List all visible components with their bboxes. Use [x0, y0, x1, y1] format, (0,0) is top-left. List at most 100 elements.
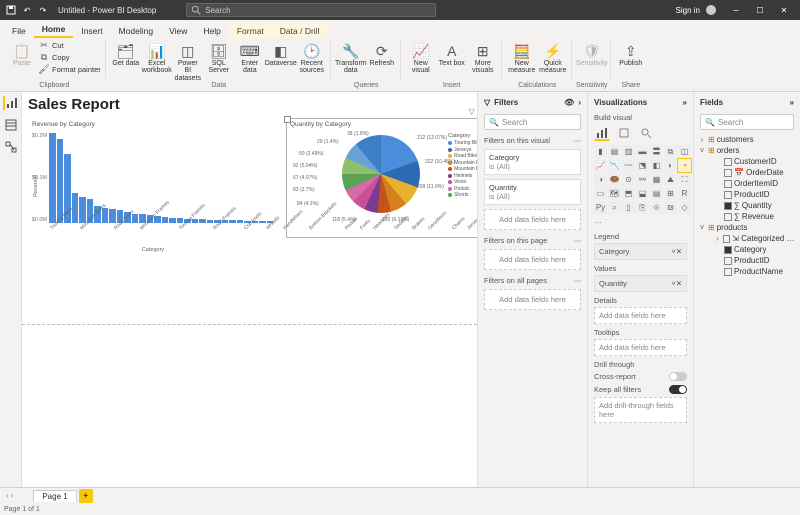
sensitivity-button[interactable]: 🛡Sensitivity — [578, 40, 606, 67]
close-button[interactable]: ✕ — [772, 0, 796, 20]
text-box-button[interactable]: AText box — [438, 40, 466, 67]
viz-type-14[interactable]: ◑ — [594, 173, 607, 186]
viz-type-22[interactable]: 🗺 — [608, 187, 621, 200]
pie-chart-visual[interactable]: ▽⤢⋯ Quantity by Category 212 (12.07%) 22… — [286, 118, 478, 238]
viz-type-3[interactable]: ▬ — [636, 145, 649, 158]
bar-chart-visual[interactable]: Revenue by Category Revenue $0.2M$0.1M$0… — [28, 118, 278, 248]
field-CustomerID[interactable]: CustomerID — [698, 156, 796, 167]
viz-type-10[interactable]: ⬔ — [636, 159, 649, 172]
bar[interactable] — [49, 133, 56, 223]
prev-page-icon[interactable]: ‹ — [6, 491, 9, 500]
viz-type-32[interactable]: ⟐ — [650, 201, 663, 214]
viz-type-19[interactable]: ⛰ — [664, 173, 677, 186]
collapse-icon[interactable]: » — [790, 98, 794, 107]
viz-type-21[interactable]: ▭ — [594, 187, 607, 200]
tab-file[interactable]: File — [4, 24, 34, 38]
filter-drop-all[interactable]: Add data fields here — [484, 289, 581, 310]
viz-type-0[interactable]: ▮ — [594, 145, 607, 158]
bar[interactable] — [57, 139, 64, 223]
tooltips-field-well[interactable]: Add data fields here — [594, 339, 687, 356]
filter-drop-visual[interactable]: Add data fields here — [484, 209, 581, 230]
model-view-icon[interactable] — [3, 140, 19, 154]
field-OrderDate[interactable]: 📅 OrderDate — [698, 167, 796, 178]
cut-button[interactable]: ✂Cut — [39, 40, 101, 52]
gallery-more-icon[interactable]: ⋯ — [588, 216, 693, 229]
viz-type-13[interactable]: ◔ — [678, 159, 691, 172]
viz-type-8[interactable]: 📉 — [608, 159, 621, 172]
viz-type-6[interactable]: ◫ — [678, 145, 691, 158]
viz-type-34[interactable]: ◇ — [678, 201, 691, 214]
viz-type-1[interactable]: ▤ — [608, 145, 621, 158]
field-Quantity[interactable]: ∑ Quantity — [698, 200, 796, 211]
data-view-icon[interactable] — [3, 118, 19, 132]
viz-type-5[interactable]: ⧉ — [664, 145, 677, 158]
tab-help[interactable]: Help — [195, 24, 228, 38]
format-tab-icon[interactable] — [616, 125, 632, 141]
more-icon[interactable]: ⋯ — [574, 236, 582, 245]
dataverse-button[interactable]: ◧Dataverse — [267, 40, 295, 67]
viz-type-31[interactable]: ⎘ — [636, 201, 649, 214]
viz-type-20[interactable]: ⛶ — [678, 173, 691, 186]
field-Category[interactable]: Category — [698, 244, 796, 255]
page-tab[interactable]: Page 1 — [33, 490, 76, 502]
table-customers[interactable]: ›⊞customers — [698, 134, 796, 145]
enter-data-button[interactable]: ⌨Enter data — [236, 40, 264, 75]
viz-type-15[interactable]: 🍩 — [608, 173, 621, 186]
viz-type-18[interactable]: ▦ — [650, 173, 663, 186]
viz-type-17[interactable]: ⚯ — [636, 173, 649, 186]
legend-field-well[interactable]: Category˅✕ — [594, 243, 687, 260]
viz-type-27[interactable]: R — [678, 187, 691, 200]
recent-sources-button[interactable]: 🕑Recent sources — [298, 40, 326, 75]
keep-filters-toggle[interactable] — [669, 385, 687, 394]
build-tab-icon[interactable] — [594, 125, 610, 141]
redo-icon[interactable]: ↷ — [36, 6, 50, 15]
viz-type-11[interactable]: ◧ — [650, 159, 663, 172]
field-ProductID[interactable]: ProductID — [698, 189, 796, 200]
new-measure-button[interactable]: 🧮New measure — [508, 40, 536, 75]
save-icon[interactable] — [4, 5, 18, 15]
tab-view[interactable]: View — [161, 24, 195, 38]
paste-button[interactable]: 📋Paste — [8, 40, 36, 67]
table-products[interactable]: ˅⊞products — [698, 222, 796, 233]
format-painter-button[interactable]: 🖌Format painter — [39, 64, 101, 76]
refresh-button[interactable]: ⟳Refresh — [368, 40, 396, 67]
avatar-icon[interactable] — [706, 5, 716, 15]
details-field-well[interactable]: Add data fields here — [594, 307, 687, 324]
eye-icon[interactable]: 👁 — [564, 98, 574, 107]
visual-actions[interactable]: ▽⤢⋯ — [468, 107, 478, 117]
viz-type-12[interactable]: ◐ — [664, 159, 677, 172]
filters-search[interactable]: 🔍Search — [484, 114, 581, 130]
quick-measure-button[interactable]: ⚡Quick measure — [539, 40, 567, 75]
more-icon[interactable]: ⋯ — [574, 136, 582, 145]
maximize-button[interactable]: ☐ — [748, 0, 772, 20]
drill-field-well[interactable]: Add drill-through fields here — [594, 397, 687, 423]
viz-type-4[interactable]: 〓 — [650, 145, 663, 158]
report-view-icon[interactable] — [3, 96, 19, 110]
viz-type-29[interactable]: ⌕ — [608, 201, 621, 214]
next-page-icon[interactable]: › — [11, 491, 14, 500]
viz-type-28[interactable]: Py — [594, 201, 607, 214]
field-ProductName[interactable]: ProductName — [698, 266, 796, 277]
tab-insert[interactable]: Insert — [73, 24, 110, 38]
field-Revenue[interactable]: ∑ Revenue — [698, 211, 796, 222]
viz-type-23[interactable]: ⬒ — [622, 187, 635, 200]
copy-button[interactable]: ⧉Copy — [39, 52, 101, 64]
tab-data-drill[interactable]: Data / Drill — [272, 24, 328, 38]
excel-button[interactable]: 📊Excel workbook — [143, 40, 171, 75]
viz-type-7[interactable]: 📈 — [594, 159, 607, 172]
tab-modeling[interactable]: Modeling — [111, 24, 162, 38]
collapse-icon[interactable]: » — [683, 98, 687, 107]
viz-type-25[interactable]: ▤ — [650, 187, 663, 200]
viz-type-16[interactable]: ⊙ — [622, 173, 635, 186]
pbi-datasets-button[interactable]: ◫Power BI datasets — [174, 40, 202, 82]
cross-report-toggle[interactable] — [669, 372, 687, 381]
more-icon[interactable]: ⋯ — [574, 276, 582, 285]
table-orders[interactable]: ˅⊞orders — [698, 145, 796, 156]
tab-home[interactable]: Home — [34, 22, 74, 38]
publish-button[interactable]: ⇪Publish — [617, 40, 645, 67]
filter-drop-page[interactable]: Add data fields here — [484, 249, 581, 270]
undo-icon[interactable]: ↶ — [20, 6, 34, 15]
viz-type-33[interactable]: ₪ — [664, 201, 677, 214]
analytics-tab-icon[interactable] — [638, 125, 654, 141]
sql-server-button[interactable]: 🗄SQL Server — [205, 40, 233, 75]
